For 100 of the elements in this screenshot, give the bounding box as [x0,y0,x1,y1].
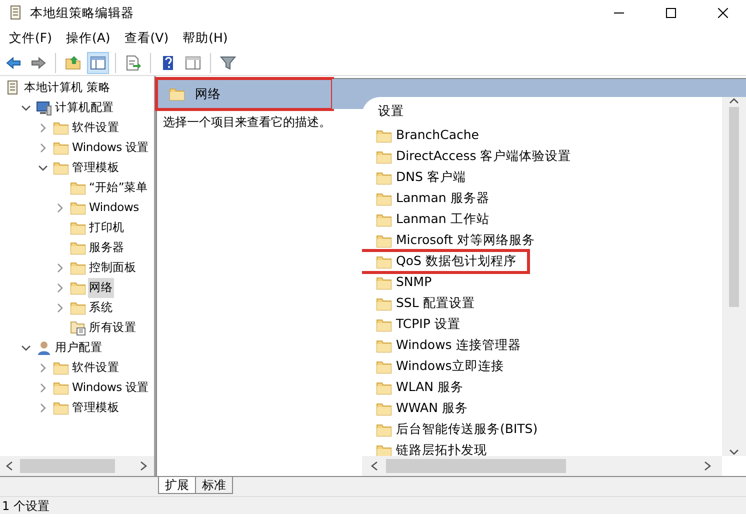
folder-icon [376,318,392,332]
folder-icon [70,281,86,295]
folder-icon [376,296,392,310]
filter-icon [220,54,236,70]
list-item[interactable]: Lanman 工作站 [376,209,496,230]
chevron-right-icon[interactable] [38,383,48,393]
scroll-up-icon [729,97,739,105]
menu-item[interactable]: 帮助(H) [178,26,233,50]
tab[interactable]: 标准 [195,477,233,494]
chevron-right-icon[interactable] [55,263,65,273]
folder-icon [70,301,86,315]
folder-icon [376,150,392,164]
chevron-right-icon[interactable] [38,403,48,413]
tree-item[interactable]: Windows 设置 [71,138,150,158]
tree-item[interactable]: 计算机配置 [54,98,116,118]
list-item[interactable]: 后台智能传送服务(BITS) [376,419,544,440]
horizontal-scrollbar[interactable] [362,456,722,476]
folder-icon [53,401,69,415]
pane-icon [90,54,106,70]
tab[interactable]: 扩展 [158,477,196,494]
list-item[interactable]: Windows 连接管理器 [376,335,527,356]
properties-pane-icon [185,54,201,70]
horizontal-scrollbar[interactable] [0,456,154,476]
toolbar-button[interactable] [87,52,109,74]
forward-icon [30,54,46,70]
folder-icon [376,212,392,226]
list-item[interactable]: Microsoft 对等网络服务 [376,230,541,251]
menu-item[interactable]: 文件(F) [4,26,57,50]
chevron-right-icon[interactable] [55,203,65,213]
window-title: 本地组策略编辑器 [30,4,135,22]
folder-icon [376,402,392,416]
folder-icon [70,201,86,215]
tree-item[interactable]: Windows 设置 [71,378,150,398]
tree-item[interactable]: 控制面板 [88,258,138,278]
folder-icon [169,87,185,101]
tree-item[interactable]: 系统 [88,298,114,318]
folder-icon [70,221,86,235]
status-text: 1 个设置 [0,496,746,514]
scrollbar-thumb[interactable] [20,459,115,473]
folder-icon [70,261,86,275]
folder-icon [53,361,69,375]
folder-up-icon [65,54,81,70]
folder-icon [70,241,86,255]
folder-icon [376,338,392,352]
folder-icon [376,380,392,394]
tree-item[interactable]: 网络 [88,278,114,298]
list-item[interactable]: Lanman 服务器 [376,188,496,209]
list-item[interactable]: SNMP [376,272,438,293]
chevron-down-icon[interactable] [21,103,31,113]
close-icon [718,8,728,18]
folder-icon [376,254,392,268]
tree-item[interactable]: 管理模板 [71,398,120,418]
folder-icon [70,181,86,195]
chevron-right-icon[interactable] [38,123,48,133]
folder-icon [53,121,69,135]
chevron-right-icon[interactable] [38,143,48,153]
tree-item[interactable]: 本地计算机 策略 [23,78,112,98]
back-icon [5,54,21,70]
list-item[interactable]: DNS 客户端 [376,167,472,188]
folder-icon [53,161,69,175]
tree-item[interactable]: 软件设置 [71,358,120,378]
vertical-scrollbar[interactable] [722,97,746,456]
list-item[interactable]: WWAN 服务 [376,398,474,419]
chevron-right-icon[interactable] [55,283,65,293]
help-icon [160,54,176,70]
tree-item[interactable]: 软件设置 [71,118,120,138]
tree-item[interactable]: 管理模板 [71,158,120,178]
chevron-down-icon[interactable] [38,163,48,173]
scrollbar-thumb[interactable] [386,459,566,473]
tree-item[interactable]: 服务器 [88,238,126,258]
tree-item[interactable]: “开始”菜单 [88,178,149,198]
list-item[interactable]: QoS 数据包计划程序 [362,251,528,272]
menu-item[interactable]: 查看(V) [119,26,174,50]
folder-icon [376,170,392,184]
description-text: 选择一个项目来查看它的描述。 [162,114,332,131]
list-item[interactable]: WLAN 服务 [376,377,470,398]
column-header[interactable]: 设置 [376,97,722,125]
tree-item[interactable]: 打印机 [88,218,126,238]
folder-icon [376,444,392,456]
list-item[interactable]: BranchCache [376,125,485,146]
folder-icon [376,192,392,206]
folder-icon [53,381,69,395]
header-title: 网络 [195,84,221,103]
folder-icon [376,276,392,290]
scroll-down-icon [729,448,739,456]
list-item[interactable]: SSL 配置设置 [376,293,481,314]
menu-item[interactable]: 操作(A) [60,26,116,50]
tree-item[interactable]: 用户配置 [54,338,104,358]
list-item[interactable]: TCPIP 设置 [376,314,466,335]
export-list-icon [125,54,141,70]
list-item[interactable]: Windows立即连接 [376,356,510,377]
list-item[interactable]: DirectAccess 客户端体验设置 [376,146,578,167]
tree-item[interactable]: Windows [88,198,140,218]
tree-item[interactable]: 所有设置 [88,318,138,338]
scrollbar-thumb[interactable] [729,107,739,307]
chevron-right-icon[interactable] [55,303,65,313]
chevron-down-icon[interactable] [21,343,31,353]
folder-icon [376,360,392,374]
user-icon [36,340,52,356]
chevron-right-icon[interactable] [38,363,48,373]
